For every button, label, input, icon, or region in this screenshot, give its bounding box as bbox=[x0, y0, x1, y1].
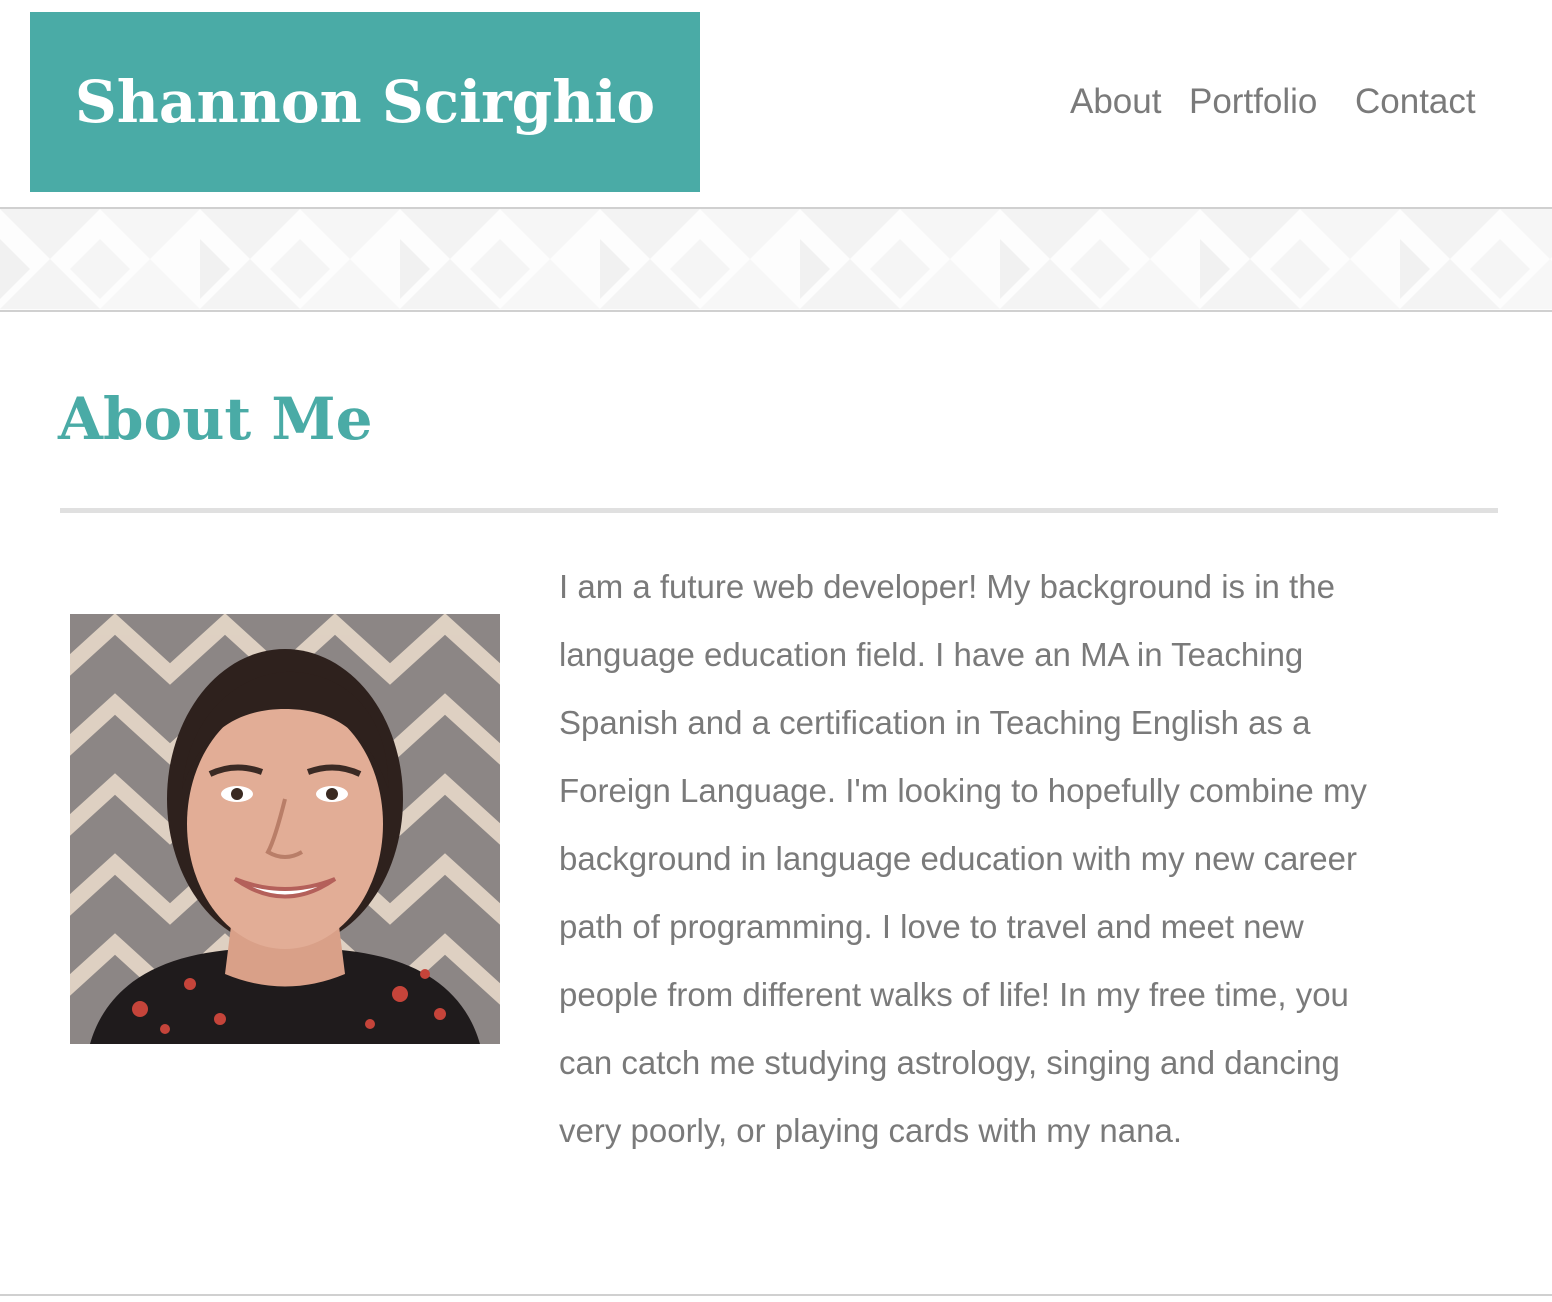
section-rule bbox=[60, 508, 1498, 513]
site-header: Shannon Scirghio About Portfolio Contact bbox=[0, 0, 1552, 208]
nav-link-contact[interactable]: Contact bbox=[1355, 80, 1476, 124]
bio-paragraph: I am a future web developer! My backgrou… bbox=[559, 568, 1367, 1149]
profile-photo bbox=[70, 614, 500, 1044]
footer-divider bbox=[0, 1294, 1552, 1296]
nav-link-about[interactable]: About bbox=[1070, 80, 1161, 124]
nav-link-portfolio[interactable]: Portfolio bbox=[1189, 80, 1317, 124]
decorative-pattern-band bbox=[0, 209, 1552, 310]
triangle-pattern bbox=[0, 209, 1552, 310]
section-title: About Me bbox=[58, 385, 373, 453]
main-nav: About Portfolio Contact bbox=[0, 80, 1552, 124]
pattern-divider bbox=[0, 310, 1552, 312]
